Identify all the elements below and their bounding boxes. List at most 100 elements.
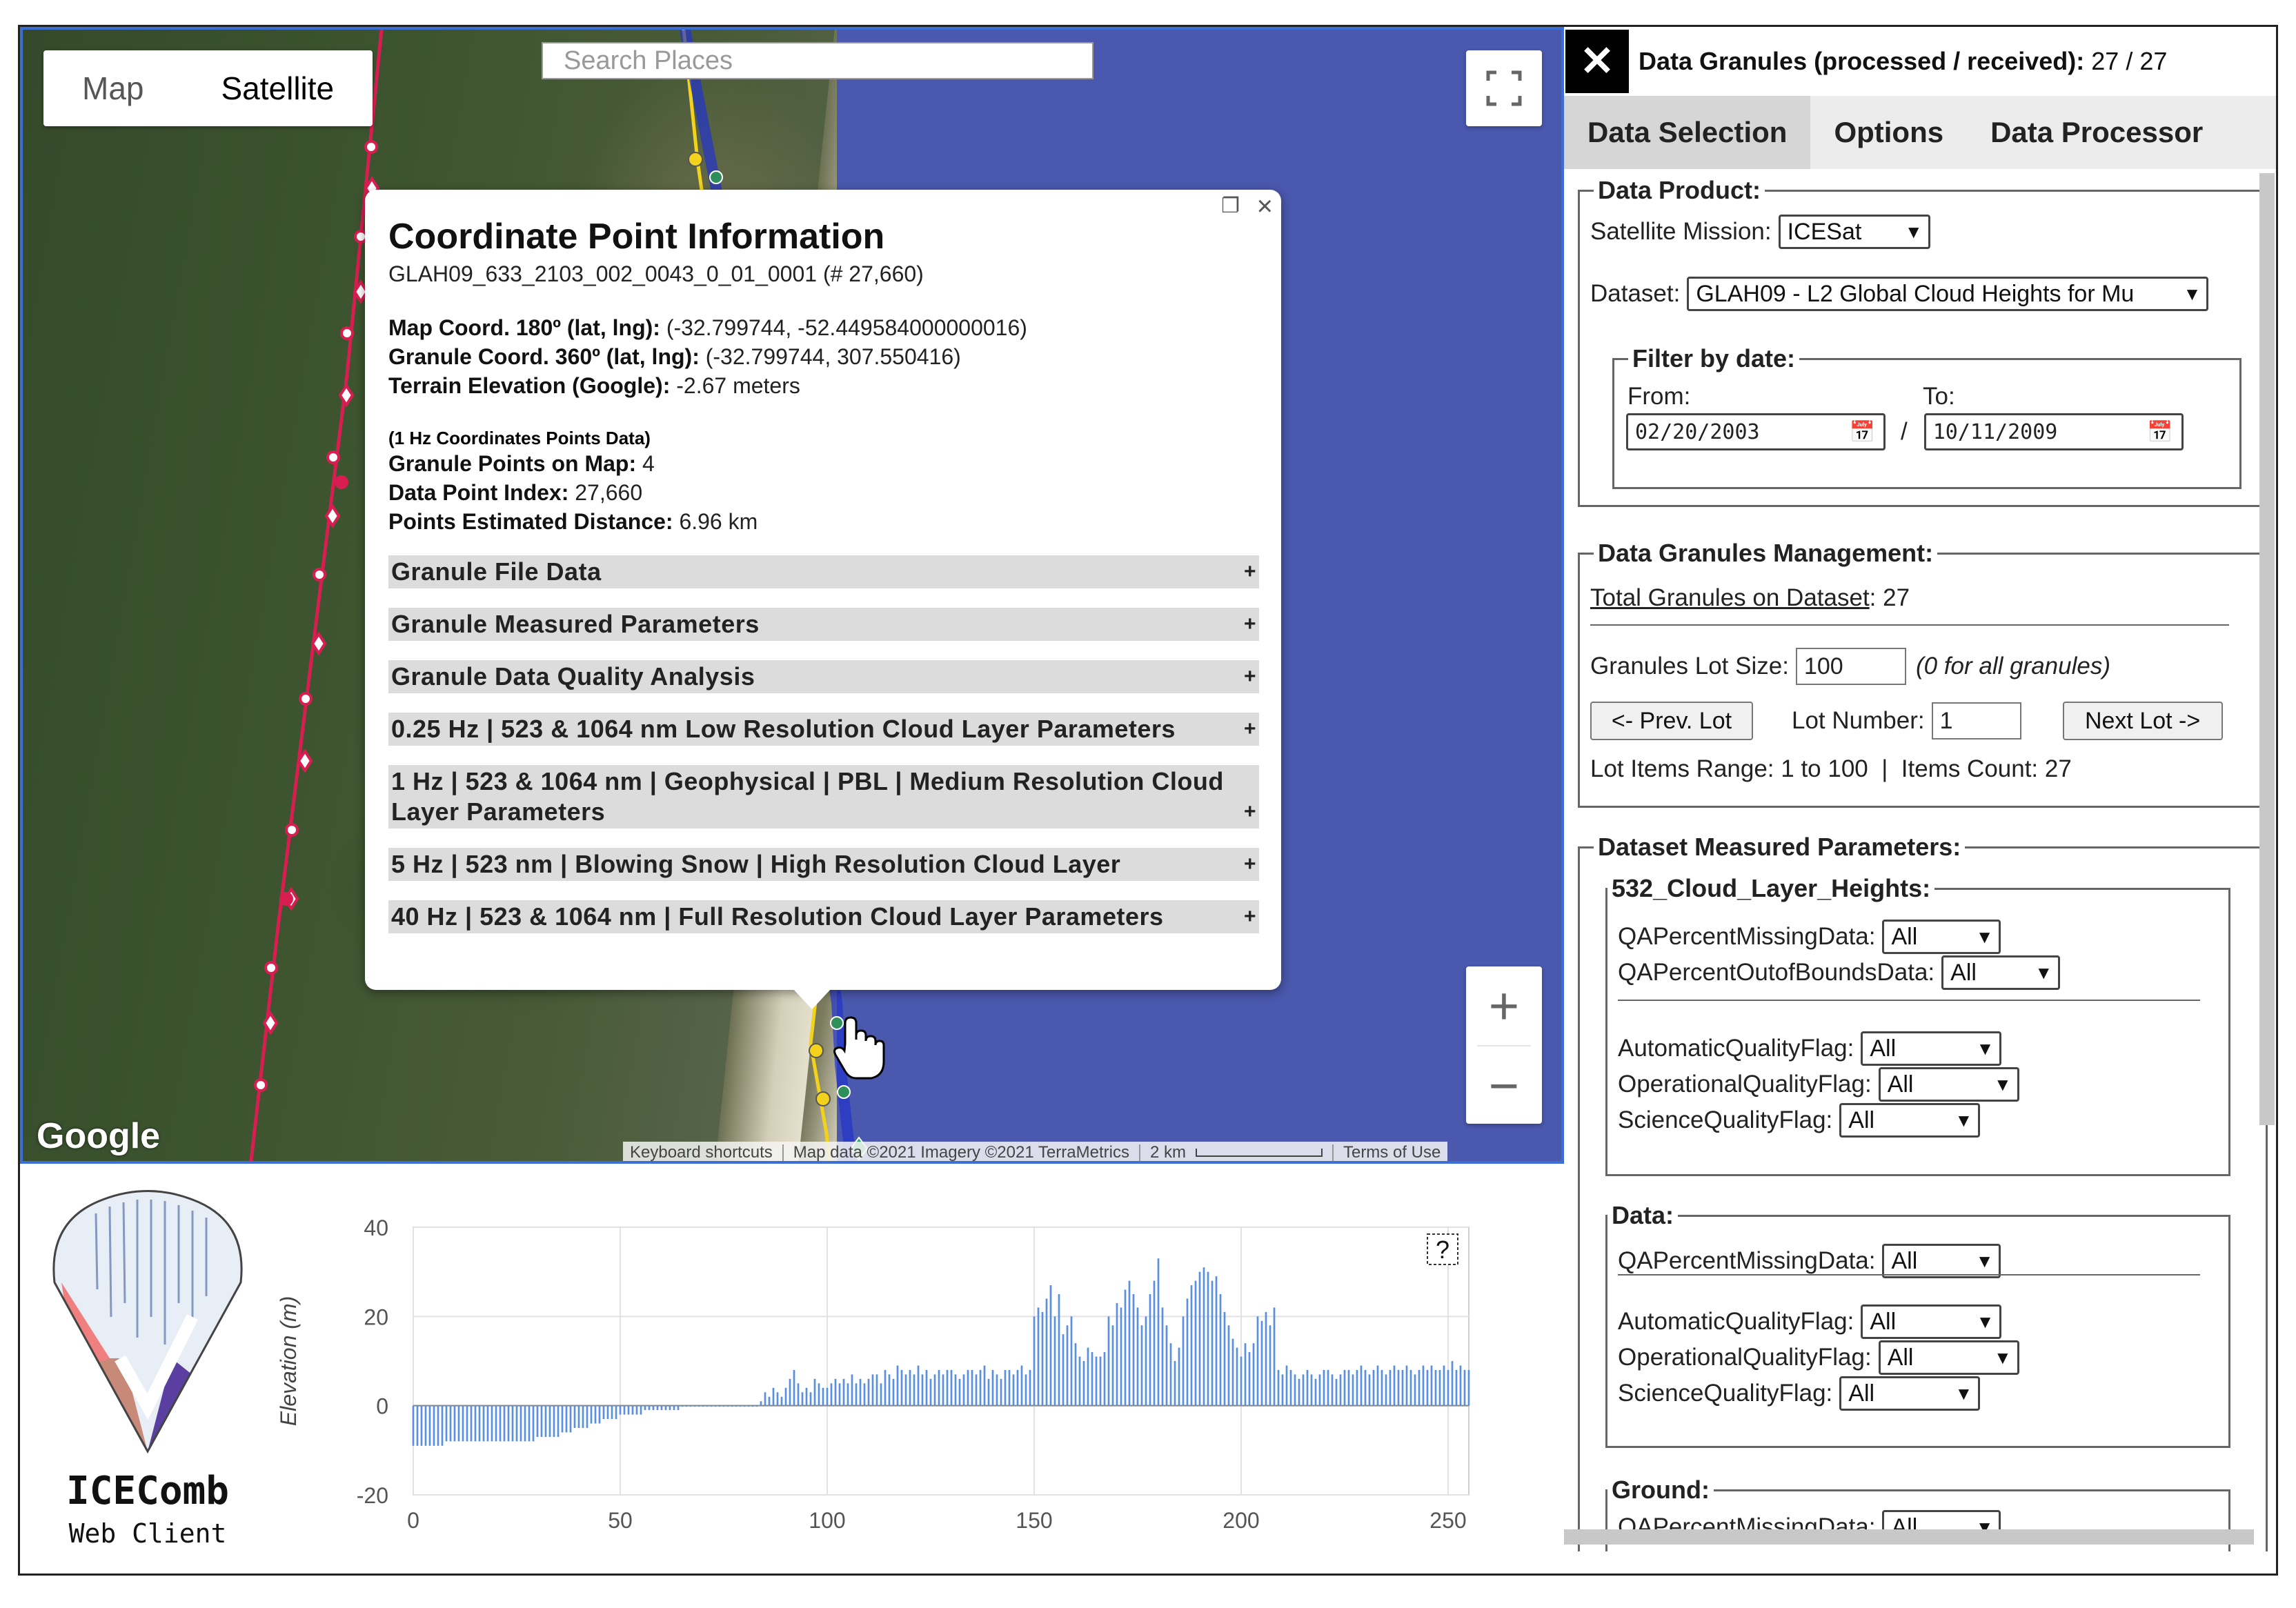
elevation-bar[interactable]	[656, 1405, 659, 1411]
elevation-bar[interactable]	[511, 1405, 514, 1442]
elevation-bar[interactable]	[1223, 1311, 1226, 1406]
elevation-bar[interactable]	[1409, 1369, 1412, 1406]
elevation-bar[interactable]	[462, 1405, 464, 1442]
elevation-bar[interactable]	[768, 1396, 771, 1406]
elevation-bar[interactable]	[420, 1405, 423, 1446]
elevation-bar[interactable]	[1016, 1369, 1019, 1406]
elevation-bar[interactable]	[669, 1405, 671, 1411]
elevation-bar[interactable]	[1198, 1271, 1201, 1406]
elevation-bar[interactable]	[1058, 1294, 1060, 1406]
elevation-bar[interactable]	[1451, 1361, 1454, 1406]
param-select[interactable]: All ▼	[1882, 1244, 2001, 1278]
elevation-bar[interactable]	[1273, 1307, 1276, 1406]
param-select[interactable]: All ▼	[1878, 1340, 2019, 1375]
section-high-resolution-cloud[interactable]: 5 Hz | 523 nm | Blowing Snow | High Reso…	[388, 848, 1259, 881]
elevation-bar[interactable]	[1082, 1361, 1085, 1406]
elevation-bar[interactable]	[1277, 1369, 1280, 1406]
elevation-bar[interactable]	[1443, 1365, 1445, 1406]
next-lot-button[interactable]: Next Lot ->	[2062, 702, 2223, 740]
elevation-bar[interactable]	[1207, 1271, 1209, 1406]
elevation-bar[interactable]	[1190, 1285, 1193, 1406]
elevation-bar[interactable]	[1145, 1316, 1147, 1406]
horizontal-scrollbar[interactable]	[1564, 1529, 2254, 1545]
elevation-bar[interactable]	[1380, 1369, 1383, 1406]
elevation-bar[interactable]	[1331, 1374, 1334, 1406]
elevation-bar[interactable]	[834, 1378, 837, 1406]
dataset-select[interactable]: GLAH09 - L2 Global Cloud Heights for Mu ▼	[1687, 277, 2209, 311]
elevation-bar[interactable]	[776, 1392, 779, 1406]
elevation-bar[interactable]	[1385, 1374, 1387, 1406]
elevation-bar[interactable]	[532, 1405, 535, 1442]
elevation-bar[interactable]	[1360, 1365, 1363, 1406]
elevation-bar[interactable]	[892, 1378, 895, 1406]
elevation-bar[interactable]	[1000, 1378, 1002, 1406]
elevation-bar[interactable]	[933, 1374, 936, 1406]
help-icon[interactable]: ?	[1436, 1235, 1449, 1264]
granule-track-red[interactable]	[249, 30, 384, 1164]
elevation-bar[interactable]	[1323, 1369, 1325, 1406]
elevation-bar[interactable]	[482, 1405, 485, 1442]
elevation-bar[interactable]	[809, 1392, 812, 1406]
elevation-bar[interactable]	[681, 1405, 684, 1407]
elevation-bar[interactable]	[619, 1405, 622, 1415]
fullscreen-button[interactable]	[1466, 50, 1542, 126]
elevation-bar[interactable]	[1294, 1374, 1296, 1406]
elevation-bar[interactable]	[635, 1405, 638, 1415]
elevation-bar[interactable]	[416, 1405, 419, 1446]
elevation-bar[interactable]	[1136, 1307, 1139, 1406]
elevation-bar[interactable]	[1157, 1258, 1160, 1406]
elevation-bar[interactable]	[1298, 1378, 1300, 1406]
elevation-bar[interactable]	[1459, 1365, 1462, 1406]
elevation-bar[interactable]	[755, 1405, 758, 1407]
elevation-bar[interactable]	[685, 1405, 688, 1407]
elevation-bar[interactable]	[499, 1405, 502, 1442]
elevation-bar[interactable]	[441, 1405, 444, 1446]
elevation-bar[interactable]	[1186, 1298, 1189, 1406]
tab-data-selection[interactable]: Data Selection	[1564, 96, 1811, 169]
elevation-bar[interactable]	[1124, 1289, 1127, 1406]
elevation-bar[interactable]	[1447, 1369, 1449, 1406]
elevation-bar[interactable]	[1314, 1378, 1317, 1406]
elevation-bar[interactable]	[1049, 1285, 1052, 1406]
elevation-bar[interactable]	[1178, 1347, 1180, 1406]
elevation-bar[interactable]	[1422, 1365, 1425, 1406]
elevation-bar[interactable]	[743, 1405, 746, 1407]
elevation-bar[interactable]	[1008, 1369, 1011, 1406]
elevation-bar[interactable]	[830, 1383, 833, 1406]
scale-label[interactable]: 2 km	[1150, 1143, 1186, 1161]
elevation-bar[interactable]	[1327, 1369, 1329, 1406]
elevation-bar[interactable]	[1397, 1369, 1400, 1406]
elevation-bar[interactable]	[1174, 1361, 1176, 1406]
elevation-bar[interactable]	[1343, 1369, 1346, 1406]
elevation-bar[interactable]	[1467, 1369, 1470, 1406]
elevation-bar[interactable]	[842, 1378, 845, 1406]
elevation-bar[interactable]	[548, 1405, 551, 1437]
elevation-bar[interactable]	[507, 1405, 510, 1442]
elevation-bar[interactable]	[747, 1405, 750, 1407]
elevation-bar[interactable]	[1041, 1311, 1044, 1406]
track-point-yellow[interactable]	[809, 1043, 824, 1058]
zoom-out-button[interactable]: −	[1466, 1046, 1542, 1125]
elevation-bar[interactable]	[871, 1374, 874, 1406]
elevation-bar[interactable]	[718, 1405, 721, 1407]
vertical-scrollbar[interactable]	[2259, 173, 2275, 1125]
elevation-bar[interactable]	[631, 1405, 634, 1415]
elevation-bar[interactable]	[623, 1405, 626, 1415]
elevation-bar[interactable]	[1070, 1316, 1073, 1406]
elevation-bar[interactable]	[689, 1405, 692, 1407]
elevation-bar[interactable]	[838, 1383, 841, 1406]
elevation-bar[interactable]	[1252, 1343, 1255, 1406]
elevation-bar[interactable]	[1074, 1343, 1077, 1406]
elevation-bar[interactable]	[1318, 1374, 1321, 1406]
elevation-bar[interactable]	[524, 1405, 526, 1442]
elevation-bar[interactable]	[565, 1405, 568, 1433]
elevation-bar[interactable]	[859, 1378, 862, 1406]
param-select[interactable]: All ▼	[1861, 1304, 2002, 1339]
section-granule-measured-parameters[interactable]: Granule Measured Parameters +	[388, 608, 1259, 641]
elevation-bar[interactable]	[826, 1387, 829, 1406]
elevation-bar[interactable]	[1405, 1365, 1408, 1406]
elevation-bar[interactable]	[586, 1405, 588, 1428]
elevation-bar[interactable]	[991, 1369, 994, 1406]
track-point-green[interactable]	[709, 170, 723, 184]
elevation-bar[interactable]	[1037, 1307, 1040, 1406]
